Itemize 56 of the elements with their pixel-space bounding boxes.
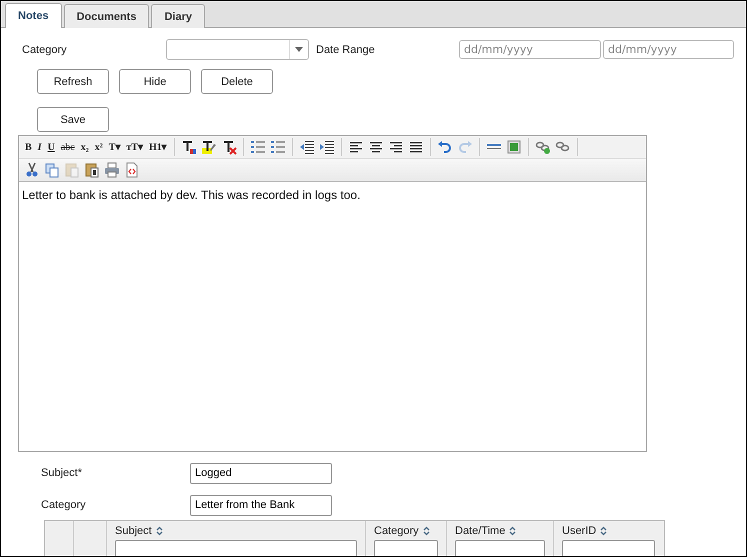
undo-icon[interactable] (436, 139, 453, 155)
justify-icon[interactable] (408, 139, 424, 155)
format-button[interactable]: T▾ (108, 141, 122, 153)
date-range-label: Date Range (316, 44, 376, 56)
format-button[interactable]: U (46, 142, 56, 152)
format-button[interactable]: x² (94, 142, 104, 152)
format-button[interactable]: B (24, 142, 33, 152)
date-field[interactable]: dd/mm/yyyy (603, 40, 734, 59)
tab[interactable]: Diary (151, 4, 205, 28)
column-filter-field[interactable] (455, 540, 545, 556)
scissors-icon[interactable] (24, 162, 40, 178)
sort-icon[interactable] (600, 526, 608, 536)
numbered-list-icon[interactable] (270, 139, 286, 155)
text-color-icon[interactable] (180, 139, 197, 155)
column-header[interactable]: Subject (115, 525, 152, 537)
subject-label: Subject* (41, 467, 83, 479)
align-center-icon[interactable] (368, 139, 384, 155)
subject-field[interactable]: Logged (190, 462, 332, 484)
date-field[interactable]: dd/mm/yyyy (459, 40, 601, 59)
paste-text-icon[interactable] (84, 162, 100, 178)
format-button[interactable]: I (36, 142, 43, 152)
format-button[interactable]: тT▾ (125, 141, 144, 153)
column-filter-field[interactable] (374, 540, 438, 556)
sort-icon[interactable] (422, 526, 430, 536)
align-right-icon[interactable] (388, 139, 404, 155)
source-code-icon[interactable] (124, 162, 140, 178)
copy-icon[interactable] (44, 162, 60, 178)
outdent-icon[interactable] (298, 139, 315, 155)
action-button[interactable]: Hide (119, 69, 191, 94)
align-left-icon[interactable] (348, 139, 364, 155)
bulleted-list-icon[interactable] (250, 139, 266, 155)
column-filter-field[interactable] (115, 540, 357, 556)
category-field[interactable]: Letter from the Bank (190, 494, 332, 516)
tab[interactable]: Documents (64, 4, 150, 28)
highlighter-icon[interactable] (200, 139, 217, 155)
link-icon[interactable] (534, 139, 551, 155)
editor-text[interactable]: Letter to bank is attached by dev. This was recorded in logs too. (19, 182, 646, 451)
image-icon[interactable] (506, 139, 522, 155)
column-header[interactable]: UserID (562, 525, 596, 537)
category-label: Category (41, 499, 87, 511)
column-header[interactable]: Date/Time (455, 525, 506, 537)
format-button[interactable]: x₂ (80, 142, 90, 152)
indent-icon[interactable] (318, 139, 335, 155)
sort-icon[interactable] (156, 526, 163, 536)
column-filter-field[interactable] (562, 540, 655, 556)
tab[interactable]: Notes (5, 3, 62, 28)
column-header[interactable]: Category (374, 525, 419, 537)
save-button[interactable]: Save (37, 107, 109, 132)
sort-icon[interactable] (509, 526, 516, 536)
caret-icon (295, 47, 303, 52)
category-label: Category (22, 44, 68, 56)
printer-icon[interactable] (104, 162, 120, 178)
format-button[interactable]: H1▾ (148, 141, 168, 153)
format-button[interactable]: abc (60, 142, 76, 152)
action-button[interactable]: Refresh (37, 69, 109, 94)
action-button[interactable]: Delete (201, 69, 273, 94)
